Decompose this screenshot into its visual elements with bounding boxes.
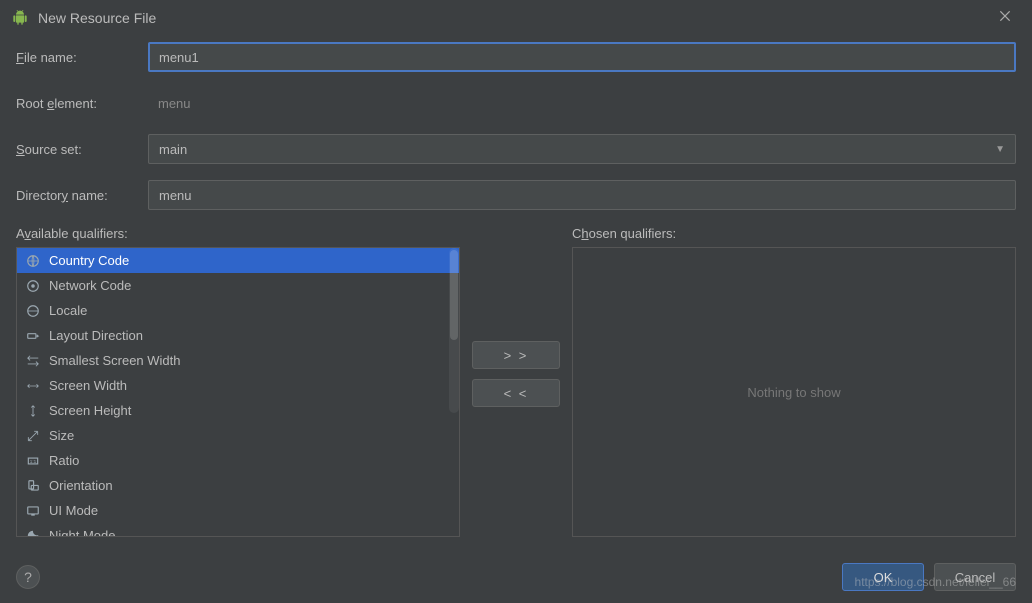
qualifier-label: Layout Direction [49, 328, 143, 343]
night-icon [25, 528, 41, 537]
dialog-title: New Resource File [38, 10, 156, 26]
file-name-row: File name: [16, 42, 1016, 72]
qualifiers-area: Available qualifiers: Country Code Networ… [0, 226, 1032, 537]
qualifier-label: Smallest Screen Width [49, 353, 181, 368]
available-column: Available qualifiers: Country Code Networ… [16, 226, 460, 537]
network-icon [25, 278, 41, 294]
qualifier-item[interactable]: Orientation [17, 473, 459, 498]
qualifier-label: Screen Height [49, 403, 131, 418]
file-name-label: File name: [16, 50, 148, 65]
qualifier-item[interactable]: 1:1 Ratio [17, 448, 459, 473]
arrows-icon [25, 353, 41, 369]
android-icon [12, 10, 28, 26]
qualifier-label: UI Mode [49, 503, 98, 518]
available-list[interactable]: Country Code Network Code Locale Layout Dir… [16, 247, 460, 537]
qualifier-item[interactable]: Layout Direction [17, 323, 459, 348]
source-set-label: Source set: [16, 142, 148, 157]
file-name-input[interactable] [148, 42, 1016, 72]
root-element-value: menu [158, 96, 191, 111]
root-element-row: Root element: menu [16, 88, 1016, 118]
source-set-value: main [159, 142, 187, 157]
ok-button[interactable]: OK [842, 563, 924, 591]
qualifier-item[interactable]: Country Code [17, 248, 459, 273]
chosen-label: Chosen qualifiers: [572, 226, 1016, 241]
qualifier-label: Screen Width [49, 378, 127, 393]
qualifier-label: Locale [49, 303, 87, 318]
globe-flag-icon [25, 253, 41, 269]
width-icon [25, 378, 41, 394]
directory-name-row: Directory name: [16, 180, 1016, 210]
help-button[interactable]: ? [16, 565, 40, 589]
orientation-icon [25, 478, 41, 494]
qualifier-item[interactable]: Network Code [17, 273, 459, 298]
resize-icon [25, 428, 41, 444]
cancel-button[interactable]: Cancel [934, 563, 1016, 591]
root-element-label: Root element: [16, 96, 148, 111]
directory-name-input[interactable] [148, 180, 1016, 210]
globe-icon [25, 303, 41, 319]
qualifier-item[interactable]: Night Mode [17, 523, 459, 536]
footer: ? OK Cancel [0, 551, 1032, 603]
ratio-icon: 1:1 [25, 453, 41, 469]
qualifier-label: Night Mode [49, 528, 115, 536]
form: File name: Root element: menu Source set… [0, 36, 1032, 210]
uimode-icon [25, 503, 41, 519]
chosen-column: Chosen qualifiers: Nothing to show [572, 226, 1016, 537]
qualifier-item[interactable]: Size [17, 423, 459, 448]
available-label: Available qualifiers: [16, 226, 460, 241]
transfer-buttons: > > < < [472, 341, 560, 407]
scrollbar[interactable] [449, 248, 459, 413]
qualifier-item[interactable]: Locale [17, 298, 459, 323]
titlebar: New Resource File [0, 0, 1032, 36]
height-icon [25, 403, 41, 419]
source-set-select[interactable]: main ▼ [148, 134, 1016, 164]
chevron-down-icon: ▼ [995, 144, 1005, 155]
root-element-field[interactable]: menu [148, 88, 1016, 118]
svg-text:1:1: 1:1 [30, 458, 37, 463]
qualifier-label: Country Code [49, 253, 129, 268]
scrollbar-thumb[interactable] [450, 250, 458, 340]
add-qualifier-button[interactable]: > > [472, 341, 560, 369]
source-set-row: Source set: main ▼ [16, 134, 1016, 164]
chosen-list[interactable]: Nothing to show [572, 247, 1016, 537]
qualifier-label: Network Code [49, 278, 131, 293]
qualifier-item[interactable]: Screen Width [17, 373, 459, 398]
qualifier-item[interactable]: UI Mode [17, 498, 459, 523]
qualifier-label: Ratio [49, 453, 79, 468]
remove-qualifier-button[interactable]: < < [472, 379, 560, 407]
qualifier-label: Size [49, 428, 74, 443]
directory-name-label: Directory name: [16, 188, 148, 203]
chosen-empty-text: Nothing to show [747, 385, 840, 400]
qualifier-item[interactable]: Screen Height [17, 398, 459, 423]
qualifier-item[interactable]: Smallest Screen Width [17, 348, 459, 373]
direction-icon [25, 328, 41, 344]
qualifier-label: Orientation [49, 478, 113, 493]
close-icon[interactable] [990, 5, 1020, 32]
